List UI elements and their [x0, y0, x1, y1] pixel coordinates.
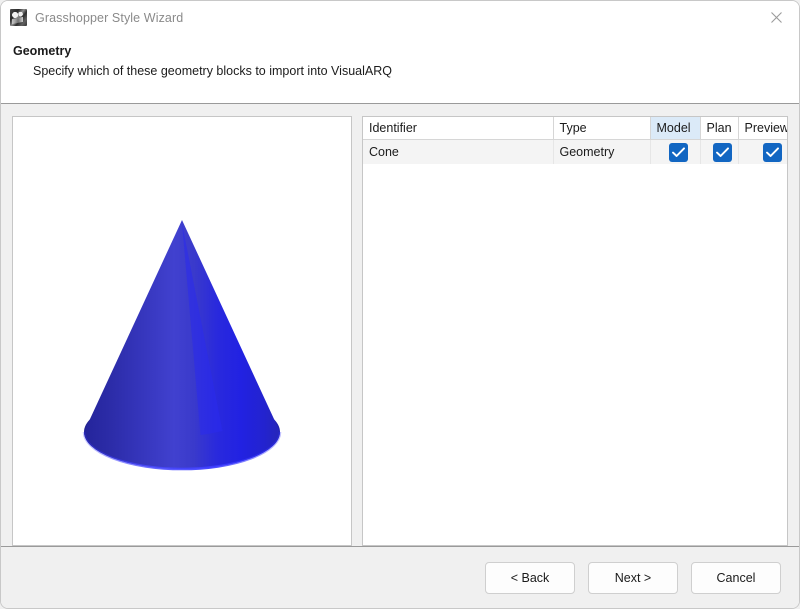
geometry-blocks-panel[interactable]: Identifier Type Model Plan Preview Cone …	[362, 116, 788, 546]
geometry-preview-panel[interactable]	[12, 116, 352, 546]
check-icon	[672, 147, 685, 158]
table-header-row: Identifier Type Model Plan Preview	[363, 117, 788, 140]
cone-preview	[13, 117, 351, 545]
cancel-button[interactable]: Cancel	[691, 562, 781, 594]
column-header-preview[interactable]: Preview	[738, 117, 788, 140]
wizard-window: Grasshopper Style Wizard Geometry Specif…	[0, 0, 800, 609]
checkbox-model[interactable]	[669, 143, 688, 162]
checkbox-preview[interactable]	[763, 143, 782, 162]
table-row[interactable]: Cone Geometry	[363, 140, 788, 165]
geometry-blocks-table: Identifier Type Model Plan Preview Cone …	[363, 117, 788, 164]
checkbox-plan[interactable]	[713, 143, 732, 162]
title-bar: Grasshopper Style Wizard	[1, 1, 799, 34]
check-icon	[716, 147, 729, 158]
close-icon	[770, 11, 783, 24]
column-header-type[interactable]: Type	[553, 117, 650, 140]
cell-model	[650, 140, 700, 165]
cell-preview	[738, 140, 788, 165]
wizard-header: Geometry Specify which of these geometry…	[1, 34, 799, 104]
column-header-identifier[interactable]: Identifier	[363, 117, 553, 140]
wizard-body: Identifier Type Model Plan Preview Cone …	[1, 104, 799, 546]
window-title: Grasshopper Style Wizard	[35, 11, 183, 25]
page-description: Specify which of these geometry blocks t…	[33, 64, 799, 78]
cell-type: Geometry	[553, 140, 650, 165]
grasshopper-icon	[10, 9, 27, 26]
close-button[interactable]	[753, 1, 799, 34]
column-header-plan[interactable]: Plan	[700, 117, 738, 140]
back-button[interactable]: < Back	[485, 562, 575, 594]
cone-shape	[75, 217, 290, 472]
page-title: Geometry	[13, 44, 799, 58]
wizard-footer: < Back Next > Cancel	[1, 546, 799, 608]
cell-plan	[700, 140, 738, 165]
column-header-model[interactable]: Model	[650, 117, 700, 140]
cell-identifier: Cone	[363, 140, 553, 165]
next-button[interactable]: Next >	[588, 562, 678, 594]
check-icon	[766, 147, 779, 158]
